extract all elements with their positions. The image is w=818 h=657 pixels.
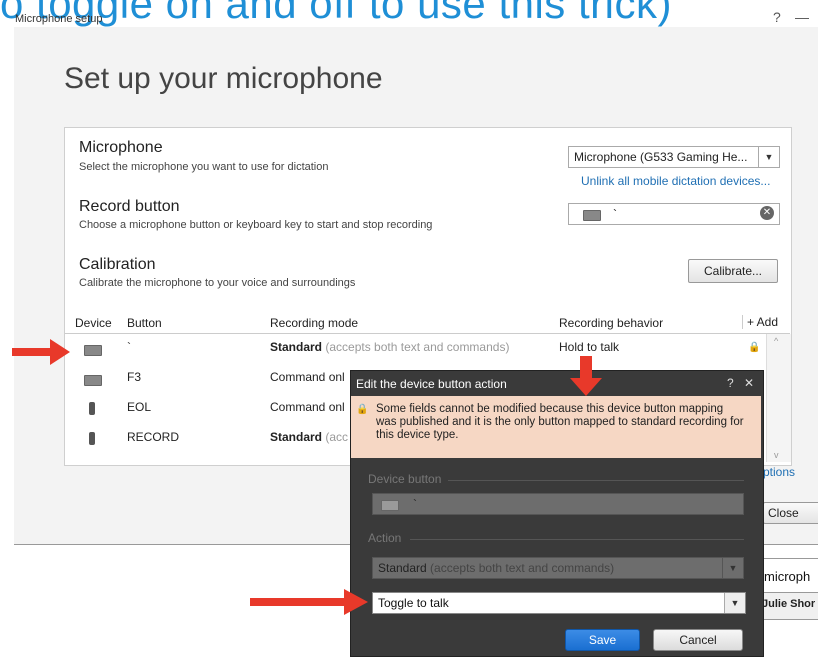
dialog-close-button[interactable]: ✕ bbox=[744, 376, 754, 390]
row-mode: Standard (acc bbox=[270, 430, 349, 444]
microphone-selected: Microphone (G533 Gaming He... bbox=[574, 150, 748, 164]
row-behavior: Hold to talk bbox=[559, 340, 620, 354]
background-user-text: Julie Shor bbox=[762, 598, 816, 610]
lock-icon: 🔒 bbox=[748, 342, 761, 353]
dialog-help-button[interactable]: ? bbox=[727, 376, 734, 390]
column-recording-behavior: Recording behavior bbox=[559, 316, 664, 330]
microphone-subtitle: Select the microphone you want to use fo… bbox=[79, 161, 329, 173]
device-button-value: ` bbox=[413, 497, 417, 511]
red-arrow-down bbox=[570, 356, 602, 396]
add-button[interactable]: + Add bbox=[742, 315, 778, 329]
record-button-field[interactable]: ` ✕ bbox=[568, 203, 780, 225]
device-table-header: Device Button Recording mode Recording b… bbox=[65, 313, 790, 334]
action-label: Action bbox=[368, 531, 402, 545]
clear-icon[interactable]: ✕ bbox=[760, 206, 774, 220]
device-button-label: Device button bbox=[368, 472, 442, 486]
options-link[interactable]: ptions bbox=[763, 465, 795, 479]
background-window-fragment-2: Julie Shor bbox=[757, 592, 818, 620]
divider bbox=[448, 480, 744, 481]
row-button: F3 bbox=[127, 370, 142, 384]
background-text: microph bbox=[764, 569, 811, 584]
column-recording-mode: Recording mode bbox=[270, 316, 359, 330]
microphone-dropdown[interactable]: Microphone (G533 Gaming He... ▼ bbox=[568, 146, 780, 168]
scroll-down-icon[interactable]: v bbox=[774, 450, 779, 460]
keyboard-icon bbox=[84, 345, 102, 356]
row-mode: Command onl bbox=[270, 400, 345, 414]
chevron-down-icon[interactable]: ▼ bbox=[724, 593, 745, 613]
page-title: Set up your microphone bbox=[64, 62, 383, 95]
minimize-button[interactable]: — bbox=[795, 9, 809, 25]
behavior-value: Toggle to talk bbox=[378, 596, 449, 610]
row-mode: Standard (accepts both text and commands… bbox=[270, 340, 510, 354]
window-title: Microphone setup bbox=[15, 13, 103, 25]
row-button: ` bbox=[127, 340, 131, 354]
column-device: Device bbox=[75, 316, 112, 330]
record-button-subtitle: Choose a microphone button or keyboard k… bbox=[79, 219, 433, 231]
recording-mode-select: Standard (accepts both text and commands… bbox=[372, 557, 744, 579]
keyboard-icon bbox=[583, 210, 601, 221]
calibration-subtitle: Calibrate the microphone to your voice a… bbox=[79, 277, 356, 289]
microphone-title: Microphone bbox=[79, 139, 163, 156]
cancel-button[interactable]: Cancel bbox=[653, 629, 743, 651]
keyboard-icon bbox=[84, 375, 102, 386]
close-button[interactable]: Close bbox=[763, 502, 818, 524]
microphone-device-icon bbox=[89, 432, 95, 445]
mode-value: Standard (accepts both text and commands… bbox=[378, 561, 615, 575]
overlay-caption: o toggle on and off to use this trick) bbox=[0, 0, 672, 27]
device-button-field: ` bbox=[372, 493, 744, 515]
warning-banner: 🔒 Some fields cannot be modified because… bbox=[351, 396, 761, 458]
red-arrow-right bbox=[12, 339, 70, 365]
unlink-devices-link[interactable]: Unlink all mobile dictation devices... bbox=[581, 174, 770, 188]
row-button: RECORD bbox=[127, 430, 180, 444]
save-button[interactable]: Save bbox=[565, 629, 640, 651]
red-arrow-right bbox=[250, 589, 368, 615]
table-row[interactable]: ` Standard (accepts both text and comman… bbox=[65, 336, 765, 365]
row-button: EOL bbox=[127, 400, 152, 414]
dialog-title: Edit the device button action bbox=[356, 377, 507, 391]
recording-behavior-select[interactable]: Toggle to talk ▼ bbox=[372, 592, 746, 614]
keyboard-icon bbox=[381, 500, 399, 511]
calibration-title: Calibration bbox=[79, 256, 156, 273]
record-button-title: Record button bbox=[79, 198, 180, 215]
scroll-up-icon[interactable]: ^ bbox=[774, 336, 778, 346]
warning-text: Some fields cannot be modified because t… bbox=[376, 403, 744, 441]
record-button-value: ` bbox=[613, 207, 617, 221]
chevron-down-icon: ▼ bbox=[722, 558, 743, 578]
table-scrollbar[interactable]: ^ v bbox=[766, 334, 791, 462]
microphone-device-icon bbox=[89, 402, 95, 415]
calibrate-button[interactable]: Calibrate... bbox=[688, 259, 778, 283]
chevron-down-icon: ▼ bbox=[758, 147, 779, 167]
help-button[interactable]: ? bbox=[773, 9, 781, 25]
row-mode: Command onl bbox=[270, 370, 345, 384]
divider bbox=[410, 539, 744, 540]
lock-icon: 🔒 bbox=[356, 404, 369, 415]
column-button: Button bbox=[127, 316, 162, 330]
